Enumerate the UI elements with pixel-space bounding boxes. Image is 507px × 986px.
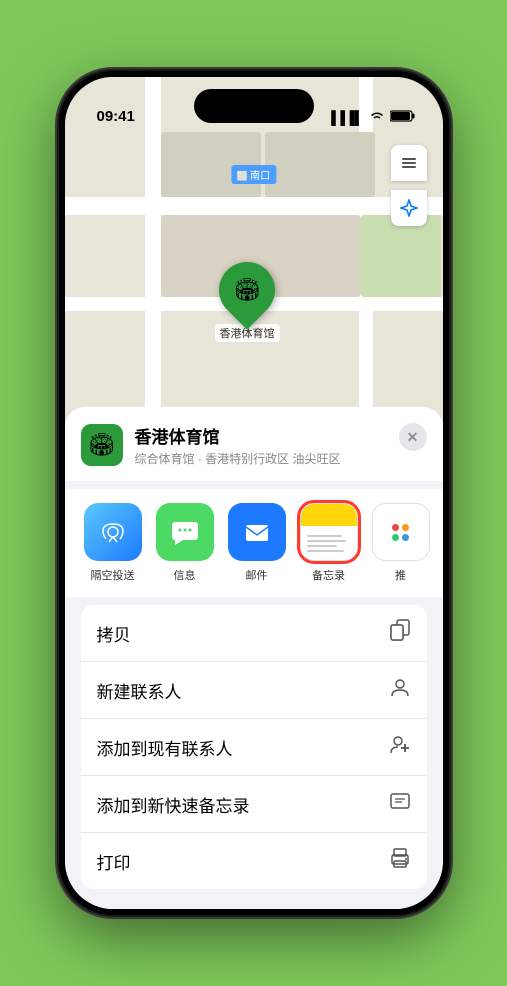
more-icon bbox=[372, 503, 430, 561]
add-existing-label: 添加到现有联系人 bbox=[97, 735, 233, 760]
add-existing-icon bbox=[389, 733, 411, 761]
add-notes-label: 添加到新快速备忘录 bbox=[97, 792, 250, 817]
share-item-mail[interactable]: 邮件 bbox=[225, 503, 289, 583]
copy-label: 拷贝 bbox=[97, 621, 131, 646]
close-button[interactable]: ✕ bbox=[399, 423, 427, 451]
add-notes-icon bbox=[389, 790, 411, 818]
message-label: 信息 bbox=[174, 567, 196, 583]
new-contact-label: 新建联系人 bbox=[97, 678, 182, 703]
phone-screen: 09:41 ▐▐▐▌ ⬜南口 bbox=[65, 77, 443, 909]
signal-icon: ▐▐▐▌ bbox=[327, 110, 364, 125]
action-list: 拷贝 新建联系人 添加到现有联系人 bbox=[81, 605, 427, 889]
location-button[interactable] bbox=[391, 190, 427, 226]
phone-frame: 09:41 ▐▐▐▌ ⬜南口 bbox=[59, 71, 449, 915]
share-row: 隔空投送 信息 邮件 bbox=[65, 489, 443, 597]
status-time: 09:41 bbox=[97, 108, 135, 125]
venue-header: 🏟 香港体育馆 综合体育馆 · 香港特别行政区 油尖旺区 ✕ bbox=[65, 407, 443, 481]
location-pin: 🏟 香港体育馆 bbox=[215, 262, 280, 342]
battery-icon bbox=[390, 110, 415, 125]
status-icons: ▐▐▐▌ bbox=[327, 110, 415, 125]
new-contact-icon bbox=[389, 676, 411, 704]
print-icon bbox=[389, 847, 411, 875]
more-label: 推 bbox=[395, 567, 406, 583]
share-item-airdrop[interactable]: 隔空投送 bbox=[81, 503, 145, 583]
venue-name: 香港体育馆 bbox=[135, 423, 427, 448]
action-add-notes[interactable]: 添加到新快速备忘录 bbox=[81, 776, 427, 833]
copy-icon bbox=[389, 619, 411, 647]
venue-subtitle: 综合体育馆 · 香港特别行政区 油尖旺区 bbox=[135, 450, 427, 467]
venue-info: 香港体育馆 综合体育馆 · 香港特别行政区 油尖旺区 bbox=[135, 423, 427, 467]
airdrop-label: 隔空投送 bbox=[91, 567, 135, 583]
share-item-message[interactable]: 信息 bbox=[153, 503, 217, 583]
pin-icon: 🏟 bbox=[207, 250, 286, 329]
notes-icon bbox=[300, 503, 358, 561]
map-label: ⬜南口 bbox=[231, 165, 276, 184]
dynamic-island bbox=[194, 89, 314, 123]
share-item-more[interactable]: 推 bbox=[369, 503, 433, 583]
action-print[interactable]: 打印 bbox=[81, 833, 427, 889]
action-new-contact[interactable]: 新建联系人 bbox=[81, 662, 427, 719]
message-icon bbox=[156, 503, 214, 561]
venue-icon: 🏟 bbox=[81, 424, 123, 466]
bottom-sheet: 🏟 香港体育馆 综合体育馆 · 香港特别行政区 油尖旺区 ✕ 隔空投送 bbox=[65, 407, 443, 909]
notes-label: 备忘录 bbox=[312, 567, 345, 583]
wifi-icon bbox=[369, 110, 385, 125]
mail-label: 邮件 bbox=[246, 567, 268, 583]
action-add-existing[interactable]: 添加到现有联系人 bbox=[81, 719, 427, 776]
mail-icon bbox=[228, 503, 286, 561]
map-layers-button[interactable] bbox=[391, 145, 427, 181]
airdrop-icon bbox=[84, 503, 142, 561]
share-item-notes[interactable]: 备忘录 bbox=[297, 503, 361, 583]
action-copy[interactable]: 拷贝 bbox=[81, 605, 427, 662]
map-controls bbox=[391, 145, 427, 226]
print-label: 打印 bbox=[97, 849, 131, 874]
